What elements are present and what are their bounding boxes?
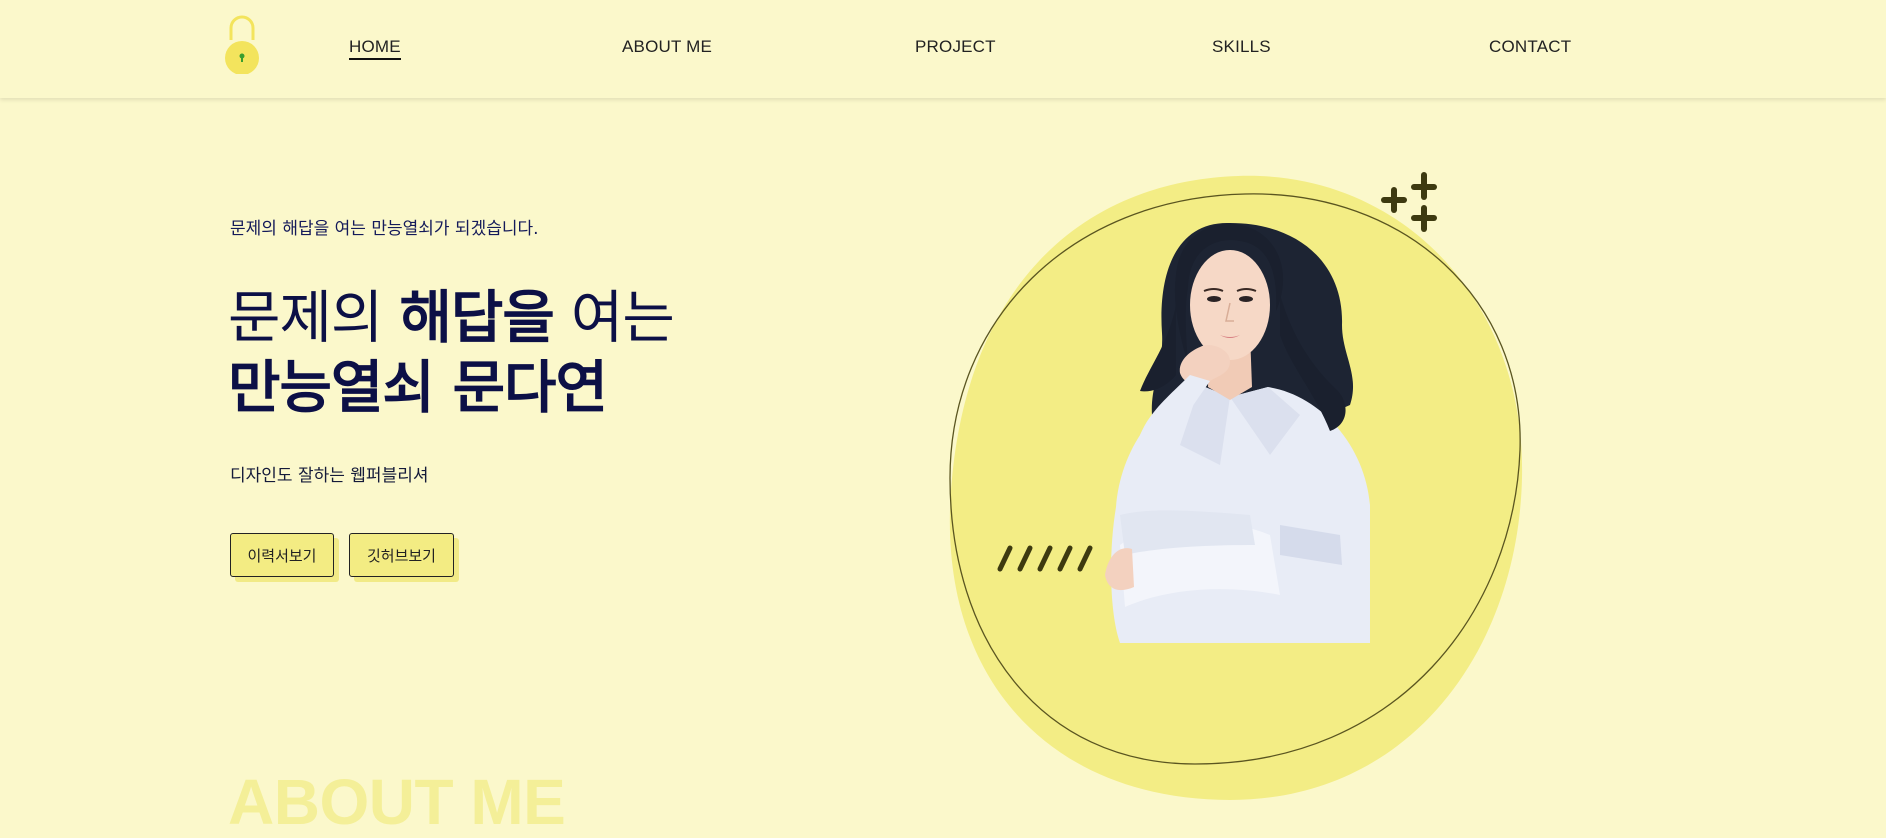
lock-icon[interactable]	[223, 12, 261, 74]
hero-description: 디자인도 잘하는 웹퍼블리셔	[230, 466, 429, 486]
github-button[interactable]: 깃허브보기	[349, 533, 454, 577]
about-me-heading: ABOUT ME	[228, 766, 566, 838]
portrait-image	[1105, 222, 1370, 643]
hero-title-part: 여는	[553, 285, 675, 351]
resume-button[interactable]: 이력서보기	[230, 533, 334, 577]
hero-title: 문제의 해답을 여는 만능열쇠 문다연	[228, 283, 675, 423]
hero-title-highlight: 해답을	[399, 285, 554, 351]
nav-contact[interactable]: CONTACT	[1489, 37, 1571, 57]
nav-home[interactable]: HOME	[349, 37, 401, 60]
nav-project[interactable]: PROJECT	[915, 37, 996, 57]
nav-skills[interactable]: SKILLS	[1212, 37, 1271, 57]
nav-about-me[interactable]: ABOUT ME	[622, 37, 712, 57]
hero-title-name: 만능열쇠 문다연	[228, 355, 608, 421]
site-header: HOME ABOUT ME PROJECT SKILLS CONTACT	[0, 0, 1886, 98]
hero-subtitle: 문제의 해답을 여는 만능열쇠가 되겠습니다.	[230, 219, 539, 239]
hero-title-part: 문제의	[228, 285, 400, 351]
